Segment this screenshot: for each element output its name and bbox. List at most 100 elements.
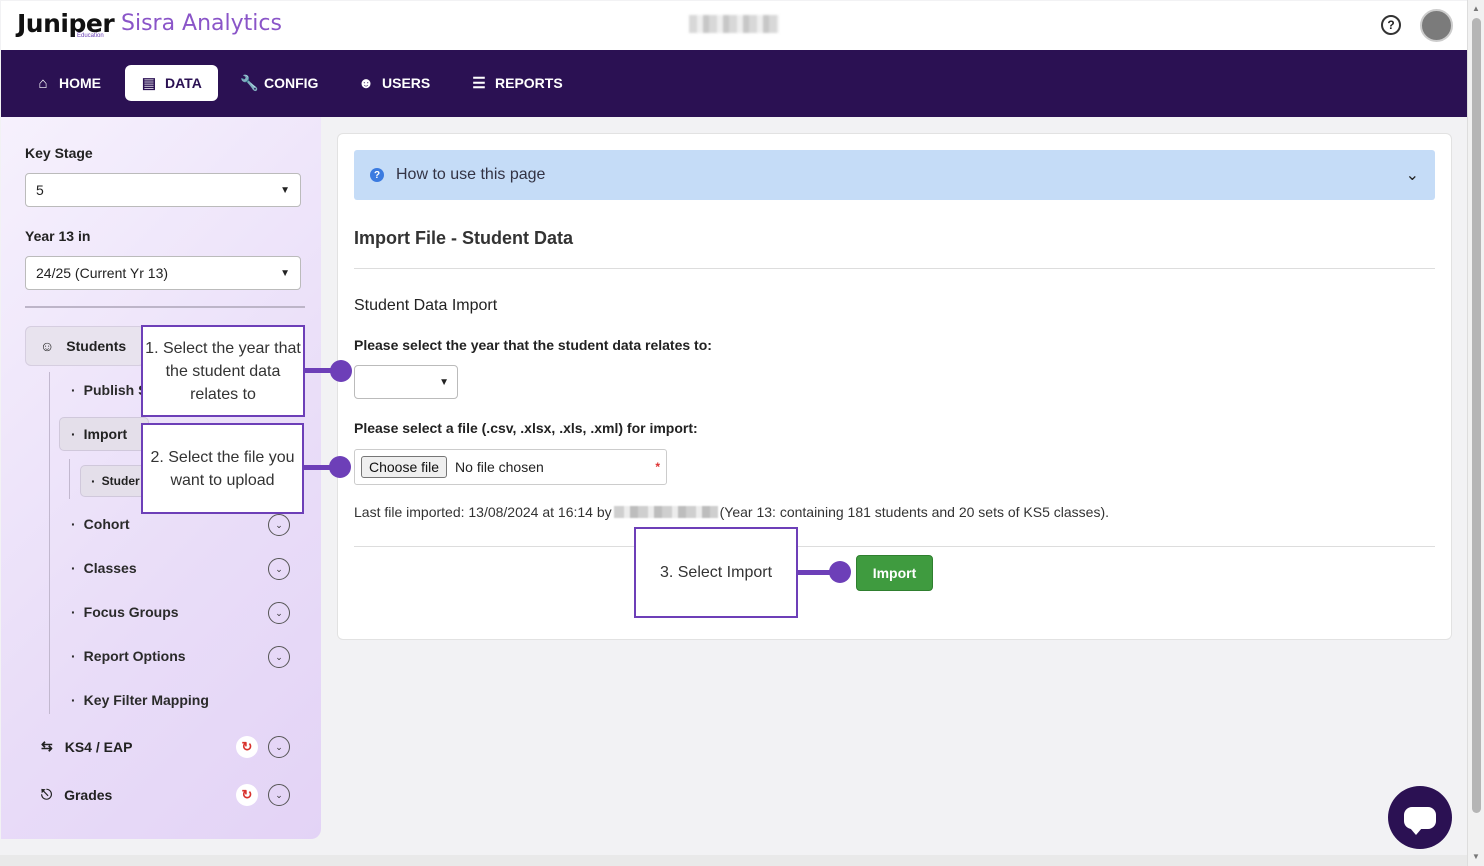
chevron-down-icon: ⌄ bbox=[1405, 167, 1419, 184]
chevron-down-icon[interactable]: ⌄ bbox=[268, 646, 290, 668]
chat-icon bbox=[1404, 806, 1436, 835]
cohort-label: Cohort bbox=[83, 516, 130, 532]
year-select[interactable]: 24/25 (Current Yr 13) ▼ bbox=[25, 256, 301, 290]
import-year-select[interactable]: ▼ bbox=[354, 365, 458, 399]
nav-home-label: HOME bbox=[59, 75, 101, 91]
chart-icon: ☰ bbox=[472, 75, 486, 92]
last-import-suffix: (Year 13: containing 181 students and 20… bbox=[719, 504, 1110, 520]
divider bbox=[354, 268, 1435, 269]
key-stage-label: Key Stage bbox=[25, 145, 93, 161]
sidebar-item-ks4-eap[interactable]: ⇆ KS4 / EAP bbox=[41, 738, 132, 755]
chevron-down-icon: ▼ bbox=[280, 184, 290, 196]
last-import-prefix: Last file imported: 13/08/2024 at 16:14 … bbox=[354, 504, 612, 520]
page-title: Import File - Student Data bbox=[354, 228, 574, 248]
student-data-label: Studer bbox=[101, 474, 140, 488]
ks4-eap-label: KS4 / EAP bbox=[64, 738, 133, 755]
nav-reports-label: REPORTS bbox=[495, 75, 563, 91]
nav-home[interactable]: ⌂ HOME bbox=[19, 65, 117, 101]
tree-line bbox=[49, 372, 50, 714]
sidebar-item-import[interactable]: · Import bbox=[59, 417, 149, 451]
file-input[interactable]: Choose file No file chosen * bbox=[354, 449, 667, 485]
classes-label: Classes bbox=[83, 560, 137, 576]
nav-data[interactable]: ▤ DATA bbox=[125, 65, 218, 101]
howto-label: How to use this page bbox=[396, 166, 546, 183]
sidebar-item-report-options[interactable]: · Report Options bbox=[71, 648, 186, 664]
route-icon: ⇆ bbox=[41, 738, 53, 754]
import-label: Import bbox=[83, 426, 128, 442]
user-icon: ☺ bbox=[40, 338, 55, 354]
chevron-down-icon: ▼ bbox=[439, 376, 449, 388]
nav-reports[interactable]: ☰ REPORTS bbox=[455, 65, 579, 101]
chevron-down-icon[interactable]: ⌄ bbox=[268, 602, 290, 624]
school-name-redacted bbox=[689, 15, 779, 33]
report-options-label: Report Options bbox=[83, 648, 186, 664]
vertical-scrollbar[interactable]: ▲ ▼ bbox=[1467, 0, 1484, 866]
scroll-thumb[interactable] bbox=[1472, 18, 1481, 813]
scroll-up-icon[interactable]: ▲ bbox=[1472, 4, 1480, 13]
sidebar-item-publish[interactable]: · Publish S bbox=[71, 382, 147, 398]
top-header: Juniper Education Sisra Analytics ? bbox=[1, 1, 1467, 50]
chevron-down-icon[interactable]: ⌄ bbox=[268, 736, 290, 758]
required-marker: * bbox=[655, 460, 660, 474]
grades-label: Grades bbox=[64, 786, 113, 803]
database-icon: ▤ bbox=[141, 75, 157, 92]
file-question-label: Please select a file (.csv, .xlsx, .xls,… bbox=[354, 420, 698, 436]
sidebar-item-classes[interactable]: · Classes bbox=[71, 560, 137, 576]
key-stage-value: 5 bbox=[36, 182, 44, 198]
choose-file-button[interactable]: Choose file bbox=[361, 456, 448, 478]
home-icon: ⌂ bbox=[38, 74, 48, 92]
sidebar-item-student-data[interactable]: · Studer bbox=[80, 465, 150, 497]
chevron-down-icon: ▼ bbox=[280, 267, 290, 279]
main-nav: ⌂ HOME ▤ DATA 🔧 CONFIG ☻ USERS ☰ REPORTS bbox=[1, 50, 1467, 117]
logo-subtext: Education bbox=[77, 33, 104, 39]
sidebar-item-cohort[interactable]: · Cohort bbox=[71, 516, 130, 532]
users-icon: ☻ bbox=[358, 74, 374, 92]
nav-config-label: CONFIG bbox=[264, 75, 319, 91]
chat-button[interactable] bbox=[1388, 786, 1452, 849]
nav-data-label: DATA bbox=[165, 75, 202, 91]
horizontal-scrollbar[interactable] bbox=[0, 855, 1467, 866]
key-filter-mapping-label: Key Filter Mapping bbox=[83, 692, 209, 708]
callout-dot bbox=[829, 561, 851, 583]
callout-step-2: 2. Select the file you want to upload bbox=[141, 423, 304, 514]
sidebar-item-key-filter-mapping[interactable]: · Key Filter Mapping bbox=[71, 692, 209, 708]
callout-dot bbox=[330, 360, 352, 382]
divider bbox=[354, 546, 1435, 547]
info-icon: ? bbox=[370, 168, 384, 182]
chevron-down-icon[interactable]: ⌄ bbox=[268, 558, 290, 580]
publish-label: Publish S bbox=[83, 382, 148, 398]
product-name[interactable]: Sisra Analytics bbox=[121, 11, 282, 36]
callout-step-1: 1. Select the year that the student data… bbox=[141, 325, 305, 417]
students-label: Students bbox=[66, 338, 127, 354]
sidebar-item-students[interactable]: ☺ Students bbox=[25, 326, 145, 366]
help-icon[interactable]: ? bbox=[1381, 15, 1401, 35]
how-to-use-accordion[interactable]: ? How to use this page ⌄ bbox=[354, 150, 1435, 200]
import-button[interactable]: Import bbox=[856, 555, 933, 591]
sync-icon[interactable]: ↻ bbox=[236, 736, 258, 758]
last-import-info: Last file imported: 13/08/2024 at 16:14 … bbox=[354, 504, 1109, 520]
chevron-down-icon[interactable]: ⌄ bbox=[268, 784, 290, 806]
grades-icon: ⎋ bbox=[41, 786, 53, 802]
focus-groups-label: Focus Groups bbox=[83, 604, 179, 620]
sidebar-divider bbox=[25, 306, 305, 308]
callout-step-3: 3. Select Import bbox=[634, 527, 798, 618]
tree-line-sub bbox=[69, 459, 70, 499]
nav-users[interactable]: ☻ USERS bbox=[342, 65, 446, 101]
sync-icon[interactable]: ↻ bbox=[236, 784, 258, 806]
sidebar-item-focus-groups[interactable]: · Focus Groups bbox=[71, 604, 179, 620]
no-file-text: No file chosen bbox=[455, 459, 544, 475]
callout-dot bbox=[329, 456, 351, 478]
scroll-down-icon[interactable]: ▼ bbox=[1472, 852, 1480, 861]
chevron-down-icon[interactable]: ⌄ bbox=[268, 514, 290, 536]
section-title: Student Data Import bbox=[354, 297, 498, 314]
wrench-icon: 🔧 bbox=[240, 75, 259, 92]
year-question-label: Please select the year that the student … bbox=[354, 337, 712, 353]
nav-users-label: USERS bbox=[382, 75, 431, 91]
user-name-redacted bbox=[613, 506, 718, 518]
year-value: 24/25 (Current Yr 13) bbox=[36, 265, 169, 281]
avatar[interactable] bbox=[1420, 9, 1453, 42]
nav-config[interactable]: 🔧 CONFIG bbox=[224, 65, 334, 101]
year-label: Year 13 in bbox=[25, 228, 91, 244]
sidebar-item-grades[interactable]: ⎋ Grades bbox=[41, 786, 112, 803]
key-stage-select[interactable]: 5 ▼ bbox=[25, 173, 301, 207]
